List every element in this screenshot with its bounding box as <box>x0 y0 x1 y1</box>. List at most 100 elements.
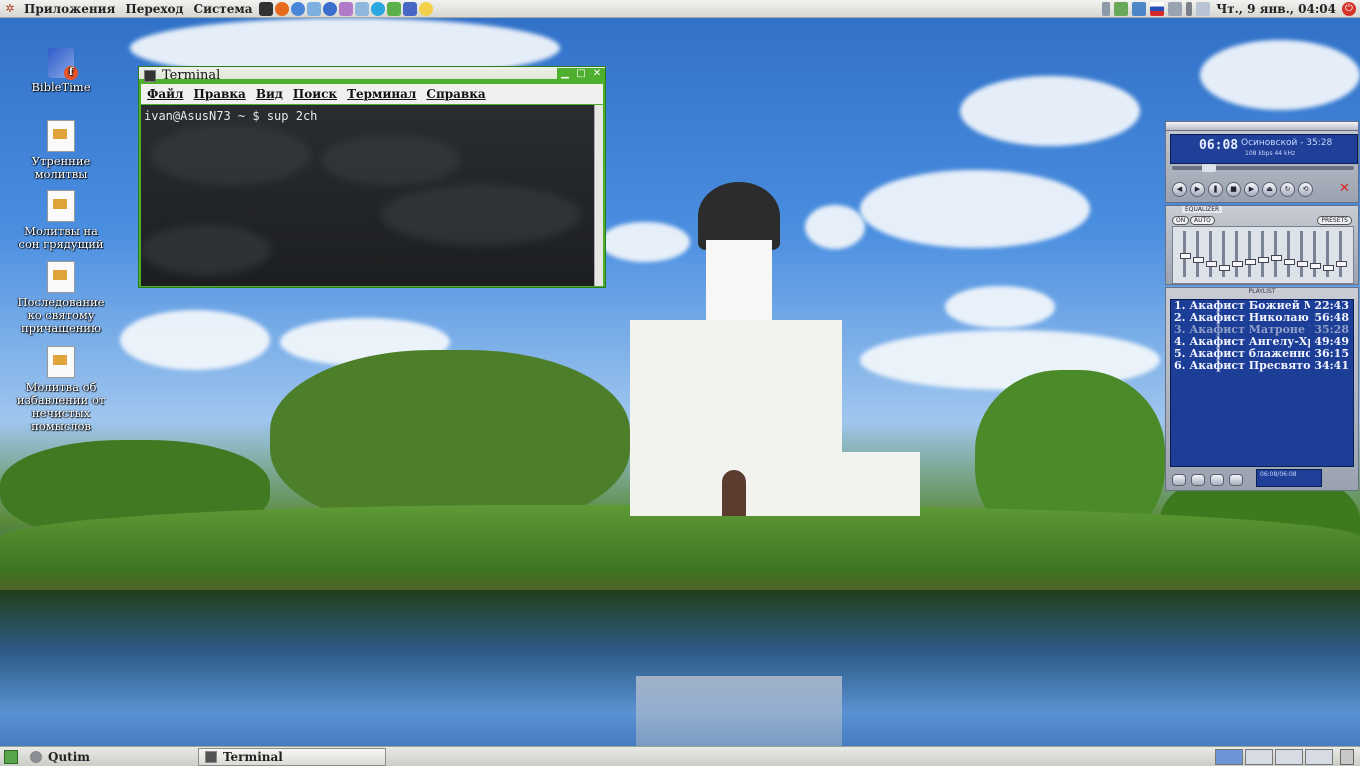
eq-on-button[interactable]: ON <box>1172 216 1190 225</box>
tools-launcher-icon[interactable] <box>386 1 401 16</box>
menu-terminal[interactable]: Терминал <box>341 87 420 101</box>
minimize-button[interactable]: ▁ <box>557 68 573 80</box>
desktop-icon-morning-prayers[interactable]: Утренние молитвы <box>14 120 108 181</box>
elapsed-time[interactable]: 06:08 <box>1199 138 1238 153</box>
desktop-icon-deliverance-prayer[interactable]: Молитва об избавлении от нечистых помысл… <box>14 346 108 433</box>
terminal-scrollbar[interactable] <box>594 105 603 286</box>
smiley-launcher-icon[interactable] <box>418 1 433 16</box>
menu-places[interactable]: Переход <box>120 2 188 16</box>
player-display: 06:08 Осиновской - 35:28 108 kbps 44 kHz <box>1170 134 1358 164</box>
eq-band-slider[interactable] <box>1219 231 1230 277</box>
previous-button[interactable]: ◀ <box>1172 182 1187 197</box>
repeat-button[interactable]: ⟲ <box>1298 182 1313 197</box>
workspace-4[interactable] <box>1305 748 1333 765</box>
eq-band-slider[interactable] <box>1323 231 1334 277</box>
eq-band-knob[interactable] <box>1232 261 1243 267</box>
eq-band-knob[interactable] <box>1323 265 1334 271</box>
menu-search[interactable]: Поиск <box>287 87 341 101</box>
clock[interactable]: Чт., 9 янв., 04:04 <box>1212 2 1340 16</box>
playlist-label: PLAYLIST <box>1248 288 1276 295</box>
terminal-window[interactable]: Terminal ▁ □ ✕ Файл Правка Вид Поиск Тер… <box>138 66 606 288</box>
eq-band-slider[interactable] <box>1245 231 1256 277</box>
eq-band-knob[interactable] <box>1180 253 1191 259</box>
eq-band-knob[interactable] <box>1310 263 1321 269</box>
seek-bar[interactable] <box>1172 164 1354 172</box>
eq-band-knob[interactable] <box>1284 259 1295 265</box>
show-desktop-icon[interactable] <box>4 749 18 764</box>
eject-button[interactable]: ⏏ <box>1262 182 1277 197</box>
taskbar-item-qutim[interactable]: Qutim <box>24 749 96 765</box>
eq-band-knob[interactable] <box>1206 261 1217 267</box>
browser-launcher-icon[interactable] <box>290 1 305 16</box>
shuffle-button[interactable]: ↻ <box>1280 182 1295 197</box>
network-launcher-icon[interactable] <box>354 1 369 16</box>
desktop-icon-bibletime[interactable]: BibleTime <box>14 48 108 94</box>
power-icon[interactable]: ⏻ <box>1342 1 1356 16</box>
keyboard-layout-icon[interactable] <box>1150 1 1165 16</box>
menu-view[interactable]: Вид <box>250 87 287 101</box>
skype-launcher-icon[interactable] <box>370 1 385 16</box>
menu-file[interactable]: Файл <box>141 87 188 101</box>
update-icon[interactable] <box>1132 1 1147 16</box>
close-button[interactable]: ✕ <box>589 68 605 80</box>
eq-band-slider[interactable] <box>1284 231 1295 277</box>
equalizer-sliders[interactable] <box>1172 226 1354 284</box>
chat-launcher-icon[interactable] <box>322 1 337 16</box>
eq-band-slider[interactable] <box>1258 231 1269 277</box>
desktop-icon-evening-prayers[interactable]: Молитвы на сон грядущий <box>14 190 108 251</box>
playlist-options-button[interactable] <box>1229 474 1243 486</box>
eq-band-slider[interactable] <box>1336 231 1347 277</box>
close-icon[interactable]: ✕ <box>1339 182 1352 195</box>
trash-icon[interactable] <box>1340 748 1354 765</box>
workspace-1[interactable] <box>1215 748 1243 765</box>
eq-band-knob[interactable] <box>1258 257 1269 263</box>
eq-auto-button[interactable]: AUTO <box>1190 216 1215 225</box>
eq-band-slider[interactable] <box>1206 231 1217 277</box>
workspace-3[interactable] <box>1275 748 1303 765</box>
eq-band-knob[interactable] <box>1336 261 1347 267</box>
eq-band-knob[interactable] <box>1297 261 1308 267</box>
pause-button[interactable]: ❚ <box>1208 182 1223 197</box>
stop-button[interactable]: ■ <box>1226 182 1241 197</box>
menu-edit[interactable]: Правка <box>188 87 250 101</box>
menu-applications[interactable]: Приложения <box>19 2 120 16</box>
eq-band-slider[interactable] <box>1232 231 1243 277</box>
email-launcher-icon[interactable] <box>306 1 321 16</box>
signal-icon[interactable] <box>1102 1 1111 16</box>
playlist-item[interactable]: 6. Акафист Пресвятой Б34:41 <box>1171 360 1353 372</box>
select-tracks-button[interactable] <box>1210 474 1224 486</box>
game-launcher-icon[interactable] <box>338 1 353 16</box>
shield-icon[interactable] <box>1114 1 1129 16</box>
next-button[interactable]: ▶ <box>1244 182 1259 197</box>
calculator-launcher-icon[interactable] <box>402 1 417 16</box>
add-track-button[interactable] <box>1172 474 1186 486</box>
notes-icon[interactable] <box>1196 1 1211 16</box>
eq-band-slider[interactable] <box>1193 231 1204 277</box>
eq-band-slider[interactable] <box>1180 231 1191 277</box>
workspace-2[interactable] <box>1245 748 1273 765</box>
eq-band-knob[interactable] <box>1245 259 1256 265</box>
player-titlebar[interactable] <box>1166 122 1358 131</box>
play-button[interactable]: ▶ <box>1190 182 1205 197</box>
battery-icon[interactable] <box>1186 1 1193 16</box>
gnome-foot-icon[interactable]: ✲ <box>3 2 17 16</box>
terminal-titlebar[interactable]: Terminal ▁ □ ✕ <box>139 67 605 84</box>
eq-band-slider[interactable] <box>1297 231 1308 277</box>
menu-help[interactable]: Справка <box>420 87 489 101</box>
eq-band-slider[interactable] <box>1271 231 1282 277</box>
desktop-icon-communion-rule[interactable]: Последование ко святому причащению <box>14 261 108 335</box>
terminal-screen[interactable]: ivan@AsusN73 ~ $ sup 2ch <box>141 105 595 286</box>
terminal-launcher-icon[interactable] <box>258 1 273 16</box>
volume-icon[interactable] <box>1168 1 1183 16</box>
eq-band-knob[interactable] <box>1193 257 1204 263</box>
maximize-button[interactable]: □ <box>573 68 589 80</box>
eq-band-knob[interactable] <box>1271 255 1282 261</box>
eq-presets-button[interactable]: PRESETS <box>1317 216 1352 225</box>
system-tray: Чт., 9 янв., 04:04 ⏻ <box>1100 0 1360 17</box>
eq-band-slider[interactable] <box>1310 231 1321 277</box>
menu-system[interactable]: Система <box>189 2 258 16</box>
eq-band-knob[interactable] <box>1219 265 1230 271</box>
remove-track-button[interactable] <box>1191 474 1205 486</box>
firefox-launcher-icon[interactable] <box>274 1 289 16</box>
taskbar-item-terminal[interactable]: Terminal <box>197 747 386 766</box>
